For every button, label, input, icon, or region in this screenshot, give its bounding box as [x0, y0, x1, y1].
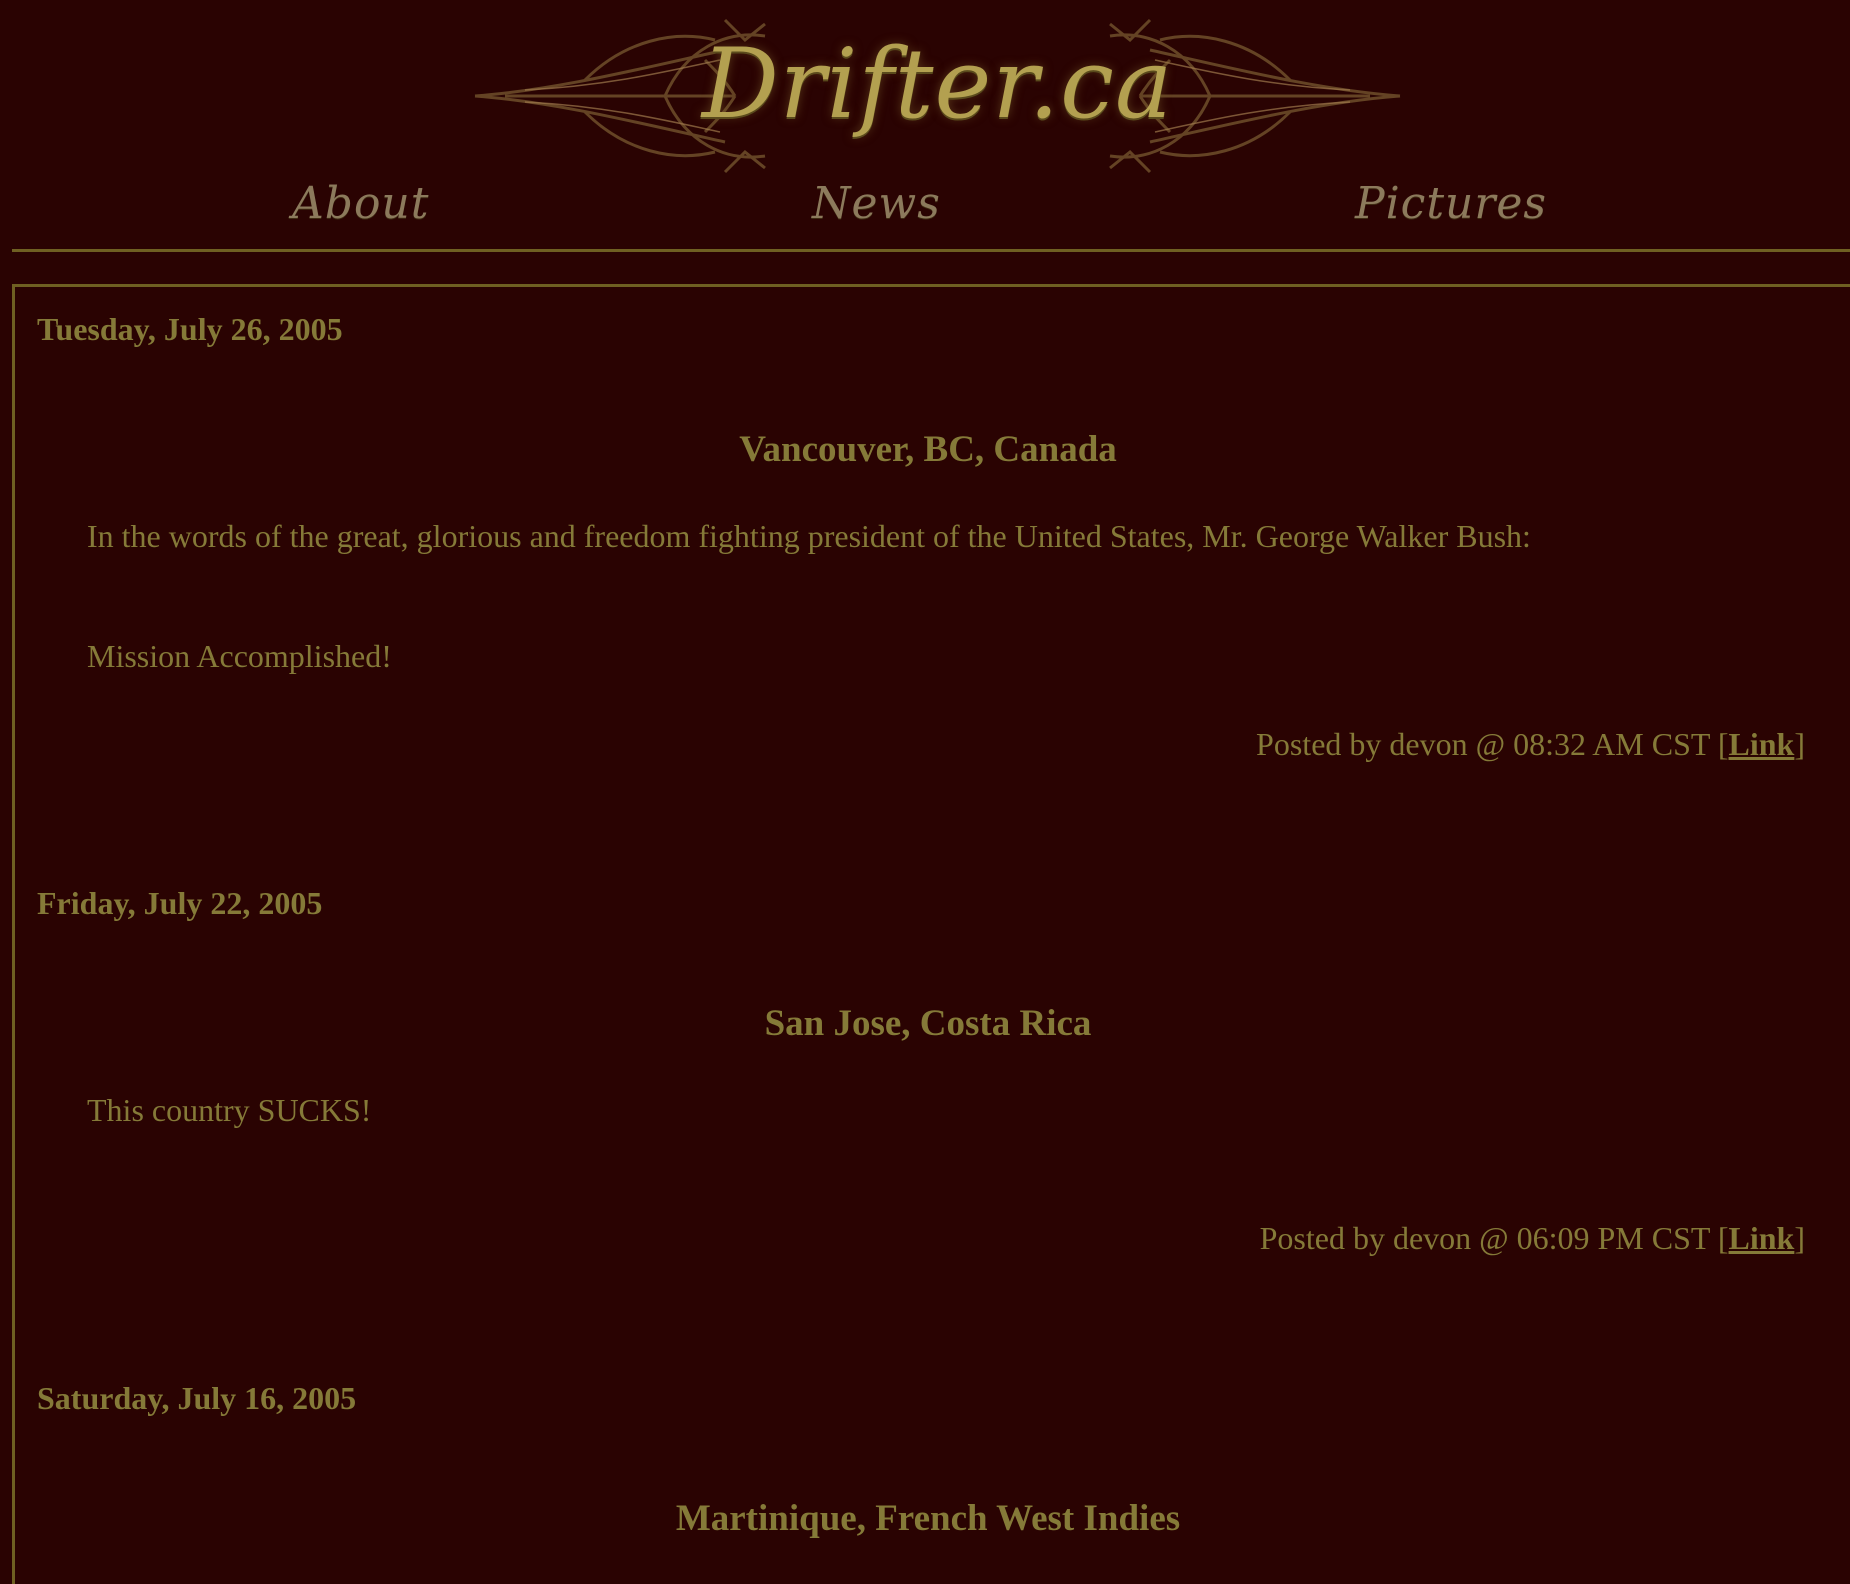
entry-location: San Jose, Costa Rica — [764, 1003, 1092, 1044]
posted-by-text: Posted by devon @ 06:09 PM CST [ — [1259, 1220, 1729, 1256]
posted-by-suffix: ] — [1794, 726, 1805, 762]
site-header: Drifter.ca About News Pictures — [0, 0, 1850, 252]
entry-permalink[interactable]: Link — [1729, 1220, 1795, 1256]
news-content: Tuesday, July 26, 2005 Vancouver, BC, Ca… — [12, 284, 1850, 1584]
entry-posted-by: Posted by devon @ 06:09 PM CST [Link] — [1260, 1220, 1805, 1257]
nav-about[interactable]: About — [292, 178, 429, 229]
entry-posted-by: Posted by devon @ 08:32 AM CST [Link] — [1256, 726, 1805, 763]
entry-permalink[interactable]: Link — [1729, 726, 1795, 762]
site-logo[interactable]: Drifter.ca — [465, 10, 1410, 182]
entry-date: Friday, July 22, 2005 — [37, 885, 323, 921]
entry-paragraph: Mission Accomplished! — [87, 638, 392, 674]
posted-by-text: Posted by devon @ 08:32 AM CST [ — [1256, 726, 1729, 762]
entry-date: Tuesday, July 26, 2005 — [37, 311, 343, 347]
entry-date: Saturday, July 16, 2005 — [37, 1380, 357, 1416]
entry-location: Martinique, French West Indies — [675, 1498, 1181, 1539]
entry-location: Vancouver, BC, Canada — [739, 429, 1117, 470]
logo-text: Drifter.ca — [701, 28, 1174, 140]
entry-paragraph: This country SUCKS! — [87, 1092, 372, 1128]
header-divider — [12, 249, 1850, 252]
posted-by-suffix: ] — [1794, 1220, 1805, 1256]
entry-paragraph: In the words of the great, glorious and … — [87, 518, 1531, 554]
nav-news[interactable]: News — [812, 178, 941, 229]
nav-pictures[interactable]: Pictures — [1355, 178, 1547, 229]
